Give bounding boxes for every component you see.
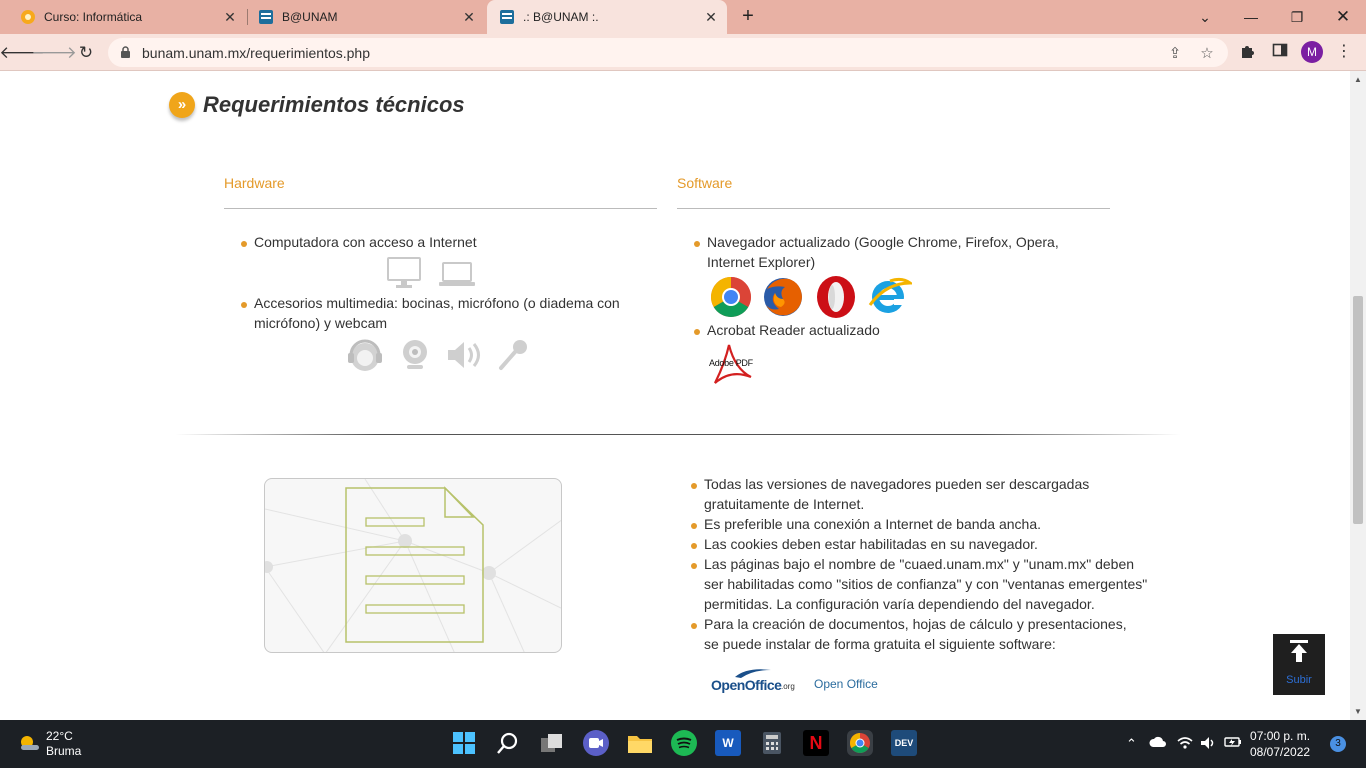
software-heading: Software	[677, 175, 733, 191]
new-tab-plus-icon[interactable]: +	[737, 6, 759, 28]
upload-arrow-icon	[1273, 638, 1325, 674]
close-tab-icon[interactable]: ✕	[703, 9, 719, 25]
spotify-icon[interactable]	[671, 730, 697, 756]
double-chevron-icon: »	[169, 92, 195, 118]
close-window-icon[interactable]: ✕	[1320, 0, 1366, 34]
software-item: Acrobat Reader actualizado	[694, 320, 1007, 340]
clock-time: 07:00 p. m.	[1250, 729, 1311, 743]
battery-charging-icon[interactable]	[1224, 736, 1242, 751]
chrome-taskbar-icon[interactable]	[847, 730, 873, 756]
openoffice-logo-text: OpenOffice	[711, 677, 782, 693]
scroll-down-arrow-icon[interactable]: ▼	[1354, 707, 1362, 716]
browser-toolbar: 🡐 🡒 ↻ bunam.unam.mx/requerimientos.php ⇪…	[0, 34, 1366, 71]
section-divider	[175, 434, 1180, 435]
weather-desc: Bruma	[46, 744, 82, 758]
note-item: Para la creación de documentos, hojas de…	[691, 614, 1144, 654]
page-scrollbar[interactable]: ▲ ▼	[1350, 71, 1366, 720]
laptop-icon	[439, 262, 475, 293]
scroll-up-arrow-icon[interactable]: ▲	[1354, 75, 1362, 84]
chrome-icon	[709, 275, 753, 324]
note-item: Todas las versiones de navegadores puede…	[691, 474, 1124, 514]
firefox-icon	[761, 275, 805, 324]
tab-strip: Curso: Informática ✕ B@UNAM ✕ .: B@UNAM …	[0, 0, 1366, 34]
close-tab-icon[interactable]: ✕	[461, 9, 477, 25]
chevron-up-icon[interactable]: ⌃	[1126, 736, 1137, 752]
scroll-to-top-button[interactable]: Subir	[1273, 634, 1325, 695]
software-item: Navegador actualizado (Google Chrome, Fi…	[694, 232, 1107, 272]
software-divider	[677, 208, 1110, 209]
openoffice-logo-suffix: .org	[781, 682, 795, 691]
dev-cpp-icon[interactable]: DEV	[891, 730, 917, 756]
forward-arrow-icon[interactable]: 🡒	[31, 40, 77, 66]
minimize-icon[interactable]: —	[1228, 0, 1274, 34]
netflix-icon[interactable]: N	[803, 730, 829, 756]
tab-title: Curso: Informática	[44, 10, 143, 24]
address-bar[interactable]: bunam.unam.mx/requerimientos.php ⇪ ☆	[108, 38, 1228, 67]
tab-bunam[interactable]: B@UNAM ✕	[249, 0, 485, 34]
page-title: Requerimientos técnicos	[203, 92, 465, 117]
tab-title: B@UNAM	[282, 10, 338, 24]
moodle-favicon-icon	[20, 9, 36, 25]
openoffice-link[interactable]: Open Office	[814, 677, 878, 691]
bunam-favicon-icon	[499, 9, 515, 25]
internet-explorer-icon	[866, 275, 915, 324]
tab-title: .: B@UNAM :.	[523, 10, 599, 24]
calculator-icon[interactable]	[759, 730, 785, 756]
side-panel-icon[interactable]	[1270, 42, 1290, 62]
scroll-to-top-label: Subir	[1286, 674, 1312, 686]
wifi-icon[interactable]	[1177, 736, 1193, 752]
hardware-item: Computadora con acceso a Internet	[241, 232, 644, 252]
note-item: Las cookies deben estar habilitadas en s…	[691, 534, 1124, 554]
tab-curso[interactable]: Curso: Informática ✕	[8, 0, 246, 34]
bunam-favicon-icon	[258, 9, 274, 25]
tab-bunam-active[interactable]: .: B@UNAM :. ✕	[487, 0, 727, 34]
windows-taskbar: 22°C Bruma W N DEV ⌃ 07:00 p. m. 08/07/2	[0, 720, 1366, 768]
weather-sun-cloud-icon	[18, 734, 40, 756]
share-icon[interactable]: ⇪	[1166, 44, 1184, 62]
webcam-icon	[400, 339, 430, 376]
tab-search-chevron-icon[interactable]: ⌄	[1182, 0, 1228, 34]
weather-temp: 22°C	[46, 729, 73, 743]
onedrive-cloud-icon[interactable]	[1149, 736, 1167, 751]
word-icon[interactable]: W	[715, 730, 741, 756]
system-clock[interactable]: 07:00 p. m. 08/07/2022	[1250, 728, 1310, 760]
tab-separator	[247, 9, 248, 25]
adobe-pdf-logo: Adobe PDF	[707, 343, 755, 389]
page-content: » Requerimientos técnicos Hardware Compu…	[0, 71, 1350, 720]
teams-chat-icon[interactable]	[583, 730, 609, 756]
note-item: Es preferible una conexión a Internet de…	[691, 514, 1124, 534]
kebab-menu-icon[interactable]: ⋮	[1336, 41, 1352, 63]
clock-date: 08/07/2022	[1250, 745, 1311, 759]
opera-icon	[813, 274, 859, 325]
url-text: bunam.unam.mx/requerimientos.php	[142, 45, 371, 61]
headset-icon	[346, 337, 384, 378]
extensions-puzzle-icon[interactable]	[1238, 42, 1258, 62]
file-explorer-icon[interactable]	[627, 730, 653, 756]
microphone-icon	[498, 338, 530, 377]
speaker-icon	[446, 339, 484, 376]
bookmark-star-icon[interactable]: ☆	[1198, 44, 1216, 62]
lock-icon[interactable]	[120, 46, 131, 64]
openoffice-logo: OpenOffice .org	[711, 667, 801, 697]
hardware-divider	[224, 208, 657, 209]
close-tab-icon[interactable]: ✕	[222, 9, 238, 25]
hardware-heading: Hardware	[224, 175, 285, 191]
reload-icon[interactable]: ↻	[73, 40, 99, 66]
profile-avatar[interactable]: M	[1301, 41, 1323, 63]
restore-icon[interactable]: ❐	[1274, 0, 1320, 34]
hardware-item: Accesorios multimedia: bocinas, micrófon…	[241, 293, 649, 333]
scrollbar-thumb[interactable]	[1353, 296, 1363, 524]
search-icon[interactable]	[495, 730, 521, 756]
document-illustration	[264, 478, 562, 653]
adobe-pdf-text: Adobe PDF	[709, 358, 753, 368]
windows-start-icon[interactable]	[451, 730, 477, 756]
task-view-icon[interactable]	[539, 730, 565, 756]
notification-badge[interactable]: 3	[1330, 736, 1346, 752]
volume-icon[interactable]	[1200, 736, 1216, 753]
note-item: Las páginas bajo el nombre de "cuaed.una…	[691, 554, 1150, 614]
desktop-monitor-icon	[387, 257, 421, 294]
weather-widget[interactable]: 22°C Bruma	[18, 729, 81, 759]
